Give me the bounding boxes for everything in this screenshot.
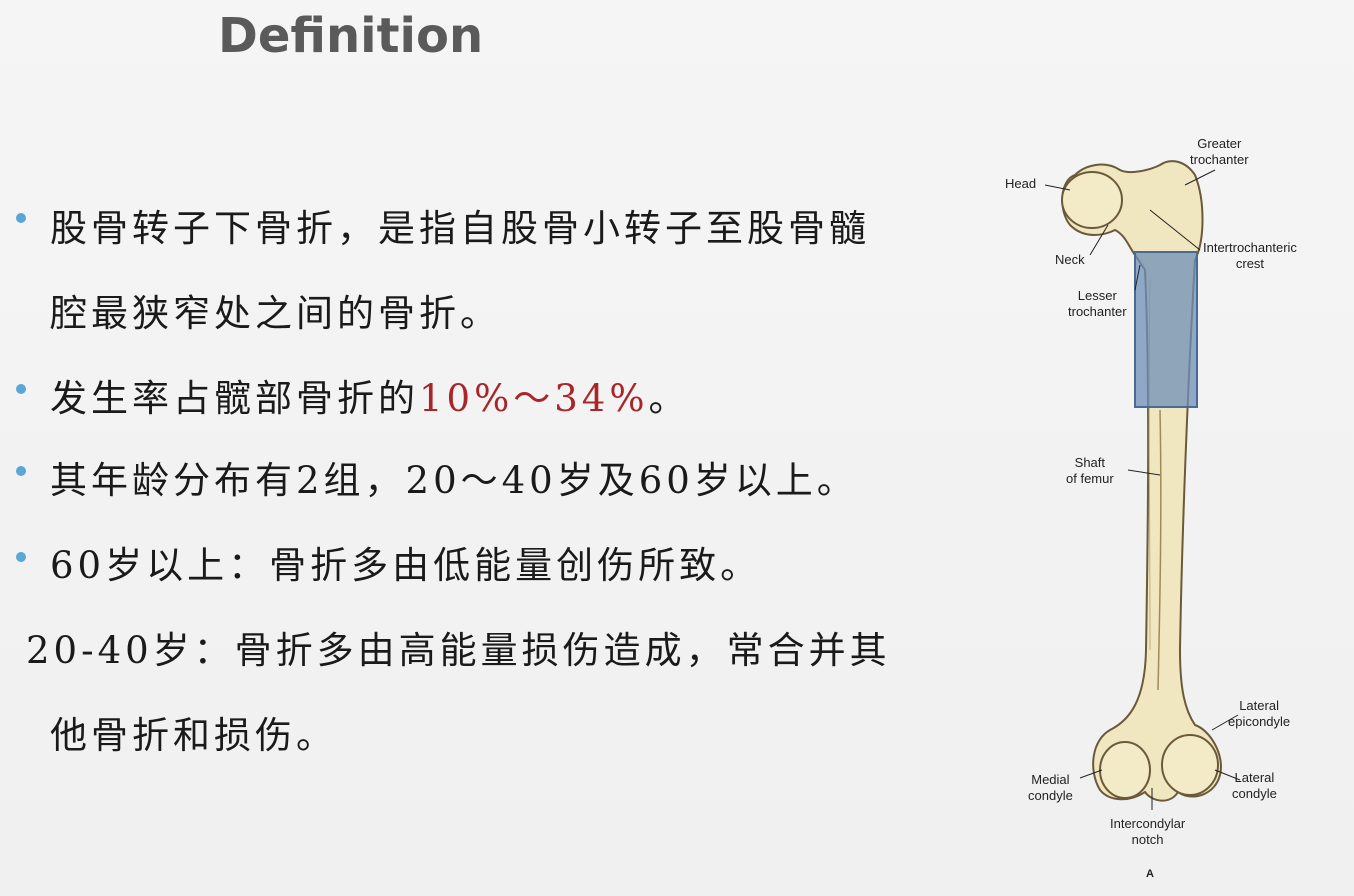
bullet-5-line-1: 20-40岁：骨折多由高能量损伤造成，常合并其 [26,629,891,672]
label-greater-trochanter: Greater trochanter [1190,136,1249,167]
label-lateral-condyle: Lateral condyle [1232,770,1277,801]
label-intertrochanteric-crest: Intertrochanteric crest [1203,240,1297,271]
bullet-1-line-2: 腔最狭窄处之间的骨折。 [50,292,501,335]
bullet-2-prefix: 发生率占髋部骨折的 [50,377,419,420]
femur-illustration: Head Greater trochanter Neck Intertrochan… [1000,130,1340,890]
label-head: Head [1005,176,1037,191]
bullet-2: 发生率占髋部骨折的10%～34%。 [50,368,689,422]
bullet-dot [16,552,26,562]
bullet-1-line-1: 股骨转子下骨折，是指自股骨小转子至股骨髓 [50,207,870,250]
label-medial-condyle: Medial condyle [1028,772,1073,803]
slide: Definition 股骨转子下骨折，是指自股骨小转子至股骨髓 腔最狭窄处之间的… [0,0,1354,896]
subtrochanteric-region [1134,251,1198,408]
bullet-dot [16,466,26,476]
slide-title: Definition [218,8,484,64]
label-neck: Neck [1055,252,1085,267]
label-figure-letter: A [1146,868,1154,880]
incidence-range: 10%～34% [419,377,649,420]
bullet-dot [16,384,26,394]
femur-head [1061,171,1123,229]
label-lesser-trochanter: Lesser trochanter [1068,288,1127,319]
bullet-2-suffix: 。 [648,377,690,420]
medial-condyle-shape [1099,741,1151,799]
bullet-5-line-2: 他骨折和损伤。 [50,714,337,757]
label-shaft-of-femur: Shaft of femur [1066,455,1114,486]
lateral-condyle-shape [1161,734,1219,796]
label-lateral-epicondyle: Lateral epicondyle [1228,698,1291,729]
bullet-dot [16,213,26,223]
bullet-3: 其年龄分布有2组，20～40岁及60岁以上。 [50,459,858,502]
bullet-4: 60岁以上：骨折多由低能量创伤所致。 [50,544,762,587]
label-intercondylar-notch: Intercondylar notch [1110,816,1186,847]
